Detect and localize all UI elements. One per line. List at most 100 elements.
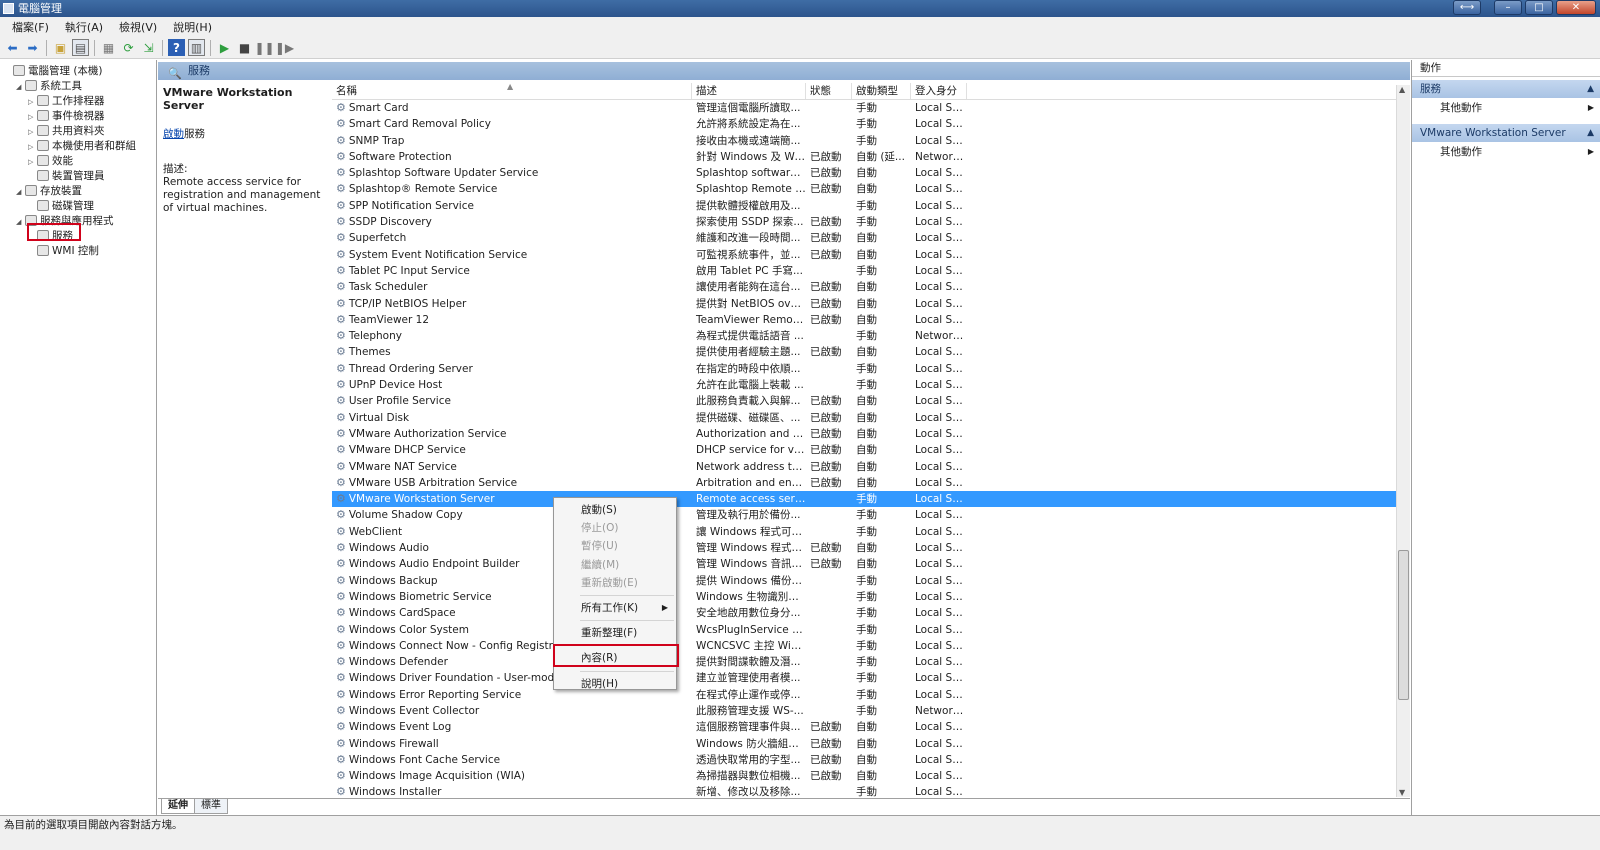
table-row[interactable]: ⚙ SSDP Discovery 探索使用 SSDP 探索... 已啟動 手動 Local… [332,214,1398,230]
help-icon[interactable]: ? [168,39,185,56]
table-row[interactable]: ⚙ User Profile Service 此服務負責載入與解... 已啟動 自動 Lo… [332,393,1398,409]
more-actions-vmware[interactable]: 其他動作 ▶ [1412,142,1600,162]
table-row[interactable]: ⚙Superfetch 維護和改進一段時間... 已啟動 自動 Local Sys... [332,230,1398,246]
export-list-icon[interactable]: ▦ [100,39,117,56]
col-startup-type[interactable]: 啟動類型 [852,83,911,99]
export-icon[interactable]: ⇲ [140,39,157,56]
table-row[interactable]: ⚙ Windows Defender 提供對間諜軟體及潛... 手動 Local Sys… [332,654,1398,670]
show-hide-tree-icon[interactable]: ▤ [72,39,89,56]
actions-group-services[interactable]: 服務 ▲ [1412,80,1600,98]
table-row[interactable]: ⚙ Smart Card Removal Policy 允許將系統設定為在... 手動… [332,116,1398,132]
pause-icon[interactable]: ❚❚ [254,39,274,56]
table-row[interactable]: ⚙ VMware NAT Service Network address tra..… [332,459,1398,475]
resize-arrows-button[interactable]: ⟷ [1453,0,1481,15]
col-name[interactable]: ▲ 名稱 [332,83,692,99]
table-row[interactable]: ⚙ Thread Ordering Server 在指定的時段中依順... 手動 Loc… [332,361,1398,377]
table-row[interactable]: ⚙ Windows Audio 管理 Windows 程式的... 已啟動 自動 Loca… [332,540,1398,556]
table-row[interactable]: ⚙ Windows Image Acquisition (WIA) 為掃描器與數位相… [332,768,1398,784]
up-folder-icon[interactable]: ▣ [52,39,69,56]
tree-node[interactable]: 電腦管理 (本機) [0,64,156,79]
col-description[interactable]: 描述 [692,83,806,99]
tree-node[interactable]: ▷ 工作排程器 [0,94,156,109]
expand-toggle-icon[interactable]: ▷ [28,140,37,155]
context-menu-item[interactable]: 啟動(S) [554,501,676,519]
table-row[interactable]: ⚙ System Event Notification Service 可監視系統事… [332,247,1398,263]
table-row[interactable]: ⚙ Windows Connect Now - Config Registrar W… [332,638,1398,654]
actions-group-vmware[interactable]: VMware Workstation Server ▲ [1412,124,1600,142]
tab-standard[interactable]: 標準 [194,799,228,814]
col-status[interactable]: 狀態 [806,83,852,99]
show-hide-action-pane-icon[interactable]: ▥ [188,39,205,56]
table-row[interactable]: ⚙ SPP Notification Service 提供軟體授權啟用及... 手動 L… [332,198,1398,214]
table-row[interactable]: ⚙ SNMP Trap 接收由本機或遠端簡... 手動 Local Ser... [332,133,1398,149]
expand-toggle-icon[interactable]: ▷ [28,95,37,110]
table-row[interactable]: ⚙ UPnP Device Host 允許在此電腦上裝載 ... 手動 Local Se… [332,377,1398,393]
tree-node[interactable]: ◢ 系統工具 [0,79,156,94]
table-row[interactable]: ⚙ Virtual Disk 提供磁碟、磁碟區、... 已啟動 自動 Local Sys.… [332,410,1398,426]
expand-toggle-icon[interactable]: ◢ [16,80,25,95]
minimize-button[interactable]: – [1494,0,1522,15]
table-row[interactable]: ⚙Themes 提供使用者經驗主題... 已啟動 自動 Local Sys... [332,344,1398,360]
table-row[interactable]: ⚙ Tablet PC Input Service 啟用 Tablet PC 手寫.… [332,263,1398,279]
table-row[interactable]: ⚙ Software Protection 針對 Windows 及 Wi... 已啟… [332,149,1398,165]
expand-toggle-icon[interactable]: ◢ [16,215,25,230]
table-row[interactable]: ⚙ VMware Authorization Service Authorizati… [332,426,1398,442]
table-row[interactable]: ⚙ Splashtop Software Updater Service Splas… [332,165,1398,181]
table-row[interactable]: ⚙ WebClient 讓 Windows 程式可建... 手動 Local Ser..… [332,524,1398,540]
table-row[interactable]: ⚙ Windows Error Reporting Service 在程式停止運作或… [332,687,1398,703]
tree-node[interactable]: WMI 控制 [0,244,156,259]
play-icon[interactable]: ▶ [216,39,233,56]
menu-view[interactable]: 檢視(V) [111,19,165,35]
table-row[interactable]: ⚙ VMware USB Arbitration Service Arbitrati… [332,475,1398,491]
vertical-scrollbar[interactable]: ▲ ▼ [1396,85,1410,797]
tree-node[interactable]: ◢ 存放裝置 [0,184,156,199]
table-row[interactable]: ⚙ VMware Workstation Server Remote access … [332,491,1398,508]
tab-extended[interactable]: 延伸 [161,799,195,814]
expand-toggle-icon[interactable]: ▷ [28,155,37,170]
tree-node[interactable]: ▷ 效能 [0,154,156,169]
table-row[interactable]: ⚙ Windows Installer 新增、修改以及移除... 手動 Local Sy… [332,784,1398,798]
table-row[interactable]: ⚙ Volume Shadow Copy 管理及執行用於備份... 手動 Local S… [332,507,1398,523]
maximize-button[interactable]: □ [1525,0,1553,15]
table-row[interactable]: ⚙ Windows Event Log 這個服務管理事件與... 已啟動 自動 Local… [332,719,1398,735]
table-row[interactable]: ⚙ Windows Biometric Service Windows 生物識別服.… [332,589,1398,605]
table-row[interactable]: ⚙ Windows Color System WcsPlugInService 服.… [332,622,1398,638]
table-row[interactable]: ⚙ TeamViewer 12 TeamViewer Remote... 已啟動 自動 L… [332,312,1398,328]
start-service-link[interactable]: 啟動 [163,128,184,140]
scroll-down-icon[interactable]: ▼ [1399,788,1405,797]
context-menu-item[interactable]: 重新整理(F) [554,624,676,642]
tree-node[interactable]: 裝置管理員 [0,169,156,184]
more-actions-services[interactable]: 其他動作 ▶ [1412,98,1600,118]
forward-arrow-icon[interactable]: ➡ [24,39,41,56]
tree-node[interactable]: ▷ 本機使用者和群組 [0,139,156,154]
col-logon-as[interactable]: 登入身分 [911,83,967,99]
tree-node[interactable]: 磁碟管理 [0,199,156,214]
refresh-icon[interactable]: ⟳ [120,39,137,56]
scroll-thumb[interactable] [1398,550,1409,700]
scroll-up-icon[interactable]: ▲ [1399,85,1405,94]
table-row[interactable]: ⚙ Windows Audio Endpoint Builder 管理 Window… [332,556,1398,572]
restart-icon[interactable]: ❚▶ [275,39,294,56]
table-row[interactable]: ⚙ Windows Event Collector 此服務管理支援 WS-... 手動… [332,703,1398,719]
table-row[interactable]: ⚙ Windows Backup 提供 Windows 備份與... 手動 Local … [332,573,1398,589]
expand-toggle-icon[interactable]: ▷ [28,125,37,140]
table-row[interactable]: ⚙ Windows Driver Foundation - User-mode D… [332,670,1398,686]
context-menu-item[interactable]: 說明(H) [554,675,676,693]
table-row[interactable]: ⚙ Smart Card 管理這個電腦所讀取... 手動 Local Ser... [332,100,1398,116]
table-row[interactable]: ⚙ Telephony 為程式提供電話語音 ... 手動 Network ... [332,328,1398,344]
tree-node[interactable]: ▷ 共用資料夾 [0,124,156,139]
back-arrow-icon[interactable]: ⬅ [4,39,21,56]
menu-help[interactable]: 說明(H) [165,19,220,35]
table-row[interactable]: ⚙ VMware DHCP Service DHCP service for vir… [332,442,1398,458]
tree-node[interactable]: ▷ 事件檢視器 [0,109,156,124]
menu-action[interactable]: 執行(A) [57,19,111,35]
expand-toggle-icon[interactable]: ▷ [28,110,37,125]
table-row[interactable]: ⚙ Windows CardSpace 安全地啟用數位身分... 手動 Local Sy… [332,605,1398,621]
expand-toggle-icon[interactable]: ◢ [16,185,25,200]
stop-icon[interactable]: ■ [236,39,253,56]
menu-file[interactable]: 檔案(F) [4,19,57,35]
context-menu-item[interactable]: 所有工作(K) ▶ [554,599,676,617]
table-row[interactable]: ⚙ Windows Font Cache Service 透過快取常用的字型... 已… [332,752,1398,768]
table-row[interactable]: ⚙ Splashtop® Remote Service Splashtop Remo… [332,181,1398,197]
table-row[interactable]: ⚙ TCP/IP NetBIOS Helper 提供對 NetBIOS over .… [332,296,1398,312]
